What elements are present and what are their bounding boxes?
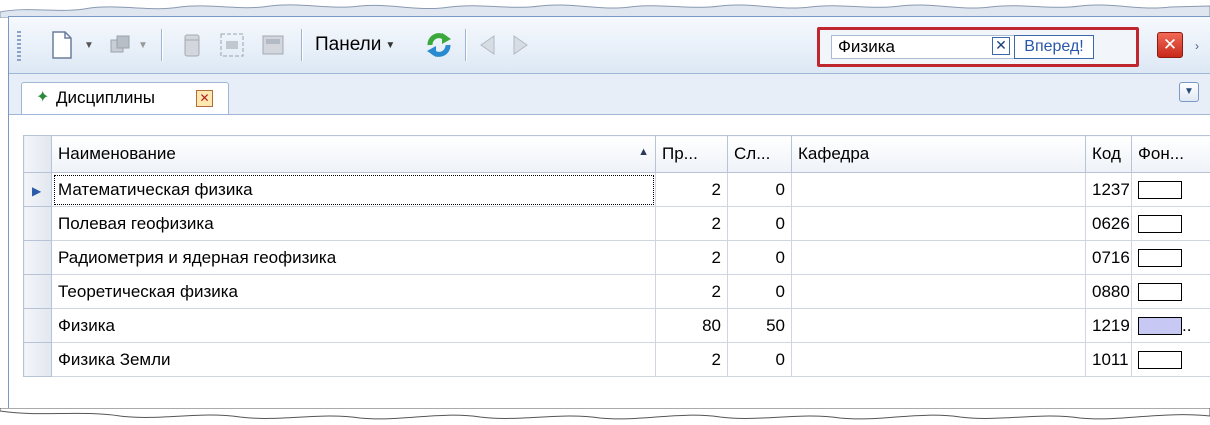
search-go-button[interactable]: Вперед! xyxy=(1014,35,1094,59)
plus-icon: ✦ xyxy=(36,89,50,106)
cell-kod[interactable]: 0716 xyxy=(1085,240,1132,275)
row-indicator[interactable] xyxy=(23,308,52,343)
table-row[interactable]: Теоретическая физика 2 0 0880 xyxy=(23,274,1210,309)
copy-dropdown-arrow-icon[interactable]: ▼ xyxy=(137,37,149,53)
tab-disciplines[interactable]: ✦ Дисциплины ✕ xyxy=(21,82,229,114)
cell-fon[interactable] xyxy=(1131,274,1210,309)
color-swatch xyxy=(1138,181,1182,200)
row-indicator[interactable] xyxy=(23,274,52,309)
cell-sl[interactable]: 0 xyxy=(727,172,792,207)
cell-pr[interactable]: 80 xyxy=(655,308,728,343)
row-indicator-header xyxy=(23,135,52,173)
toolbar-separator xyxy=(301,29,303,61)
row-indicator[interactable] xyxy=(23,342,52,377)
sort-ascending-icon: ▲ xyxy=(638,146,649,158)
toolbar-separator xyxy=(465,29,467,61)
panels-dropdown-arrow-icon: ▼ xyxy=(385,39,396,51)
color-swatch xyxy=(1138,317,1182,336)
table-header-row: Наименование ▲ Пр... Сл... Кафедра Код Фо… xyxy=(23,135,1210,173)
column-header-fon[interactable]: Фон... xyxy=(1131,135,1210,173)
cell-pr[interactable]: 2 xyxy=(655,172,728,207)
forward-arrow-icon[interactable] xyxy=(509,33,533,57)
row-indicator[interactable] xyxy=(23,240,52,275)
column-header-sl[interactable]: Сл... xyxy=(727,135,792,173)
column-header-name[interactable]: Наименование ▲ xyxy=(51,135,656,173)
table-row[interactable]: Физика Земли 2 0 1011 xyxy=(23,342,1210,377)
search-box: ✕ Вперед! xyxy=(817,27,1139,67)
cell-kafedra[interactable] xyxy=(791,240,1086,275)
cell-sl[interactable]: 0 xyxy=(727,206,792,241)
column-header-kafedra[interactable]: Кафедра xyxy=(791,135,1086,173)
cell-kafedra[interactable] xyxy=(791,274,1086,309)
color-swatch xyxy=(1138,283,1182,302)
cell-name[interactable]: Теоретическая физика xyxy=(51,274,656,309)
cell-kod[interactable]: 0626 xyxy=(1085,206,1132,241)
select-area-icon[interactable] xyxy=(217,31,247,59)
color-swatch xyxy=(1138,351,1182,370)
new-dropdown-arrow-icon[interactable]: ▼ xyxy=(83,37,95,53)
toolbar-separator xyxy=(161,29,163,61)
cell-sl[interactable]: 50 xyxy=(727,308,792,343)
cell-pr[interactable]: 2 xyxy=(655,206,728,241)
panels-label: Панели xyxy=(315,34,382,55)
cell-kafedra[interactable] xyxy=(791,206,1086,241)
cell-kod[interactable]: 1237 xyxy=(1085,172,1132,207)
cell-fon[interactable] xyxy=(1131,206,1210,241)
tab-strip: ✦ Дисциплины ✕ ▼ xyxy=(9,74,1210,115)
refresh-icon[interactable] xyxy=(423,29,455,61)
current-row-arrow-icon: ▶ xyxy=(32,183,42,198)
delete-icon[interactable] xyxy=(179,31,205,59)
torn-bottom-edge xyxy=(0,408,1210,420)
toolbar-grip[interactable] xyxy=(17,31,21,61)
cell-pr[interactable]: 2 xyxy=(655,342,728,377)
grid-view-icon[interactable] xyxy=(259,31,287,59)
cell-fon[interactable] xyxy=(1131,342,1210,377)
row-indicator[interactable] xyxy=(23,206,52,241)
toolbar: ▼ ▼ Панели ▼ Физика ✕ Вперед! ✕ › xyxy=(9,17,1210,74)
table-row[interactable]: ▶ Математическая физика 2 0 1237 xyxy=(23,172,1210,207)
cell-name[interactable]: Полевая геофизика xyxy=(51,206,656,241)
column-header-kod[interactable]: Код xyxy=(1085,135,1132,173)
table-row[interactable]: Полевая геофизика 2 0 0626 xyxy=(23,206,1210,241)
close-icon[interactable]: ✕ xyxy=(1157,32,1183,58)
cell-fon[interactable] xyxy=(1131,172,1210,207)
cell-name[interactable]: Физика xyxy=(51,308,656,343)
cell-kod[interactable]: 0880 xyxy=(1085,274,1132,309)
cell-kod[interactable]: 1011 xyxy=(1085,342,1132,377)
color-swatch xyxy=(1138,249,1182,268)
cell-name[interactable]: Математическая физика xyxy=(51,172,656,207)
toolbar-overflow-icon[interactable]: › xyxy=(1195,32,1210,60)
cell-kafedra[interactable] xyxy=(791,342,1086,377)
cell-kod[interactable]: 1219 xyxy=(1085,308,1132,343)
copy-icon[interactable] xyxy=(107,32,133,58)
back-arrow-icon[interactable] xyxy=(475,33,499,57)
tab-label: Дисциплины xyxy=(56,88,155,107)
app-window: ▼ ▼ Панели ▼ Физика ✕ Вперед! ✕ › ✦ Дисц… xyxy=(8,16,1210,412)
cell-kafedra[interactable] xyxy=(791,308,1086,343)
cell-sl[interactable]: 0 xyxy=(727,240,792,275)
cell-fon[interactable]: .. xyxy=(1131,308,1210,343)
cell-pr[interactable]: 2 xyxy=(655,274,728,309)
new-document-icon[interactable] xyxy=(47,30,77,60)
table-row[interactable]: Физика 80 50 1219.. xyxy=(23,308,1210,343)
cell-pr[interactable]: 2 xyxy=(655,240,728,275)
truncation-ellipsis: .. xyxy=(1182,315,1192,335)
cell-name[interactable]: Физика Земли xyxy=(51,342,656,377)
cell-name[interactable]: Радиометрия и ядерная геофизика xyxy=(51,240,656,275)
column-header-label: Наименование xyxy=(58,144,176,163)
cell-fon[interactable] xyxy=(1131,240,1210,275)
row-indicator[interactable]: ▶ xyxy=(23,172,52,207)
column-header-pr[interactable]: Пр... xyxy=(655,135,728,173)
cell-sl[interactable]: 0 xyxy=(727,274,792,309)
table-row[interactable]: Радиометрия и ядерная геофизика 2 0 0716 xyxy=(23,240,1210,275)
tab-list-dropdown-icon[interactable]: ▼ xyxy=(1179,82,1199,102)
tab-close-icon[interactable]: ✕ xyxy=(196,90,213,107)
color-swatch xyxy=(1138,215,1182,234)
cell-kafedra[interactable] xyxy=(791,172,1086,207)
disciplines-table: Наименование ▲ Пр... Сл... Кафедра Код Фо… xyxy=(23,135,1210,377)
cell-sl[interactable]: 0 xyxy=(727,342,792,377)
panels-menu-button[interactable]: Панели ▼ xyxy=(315,31,395,59)
clear-search-button[interactable]: ✕ xyxy=(992,37,1010,55)
